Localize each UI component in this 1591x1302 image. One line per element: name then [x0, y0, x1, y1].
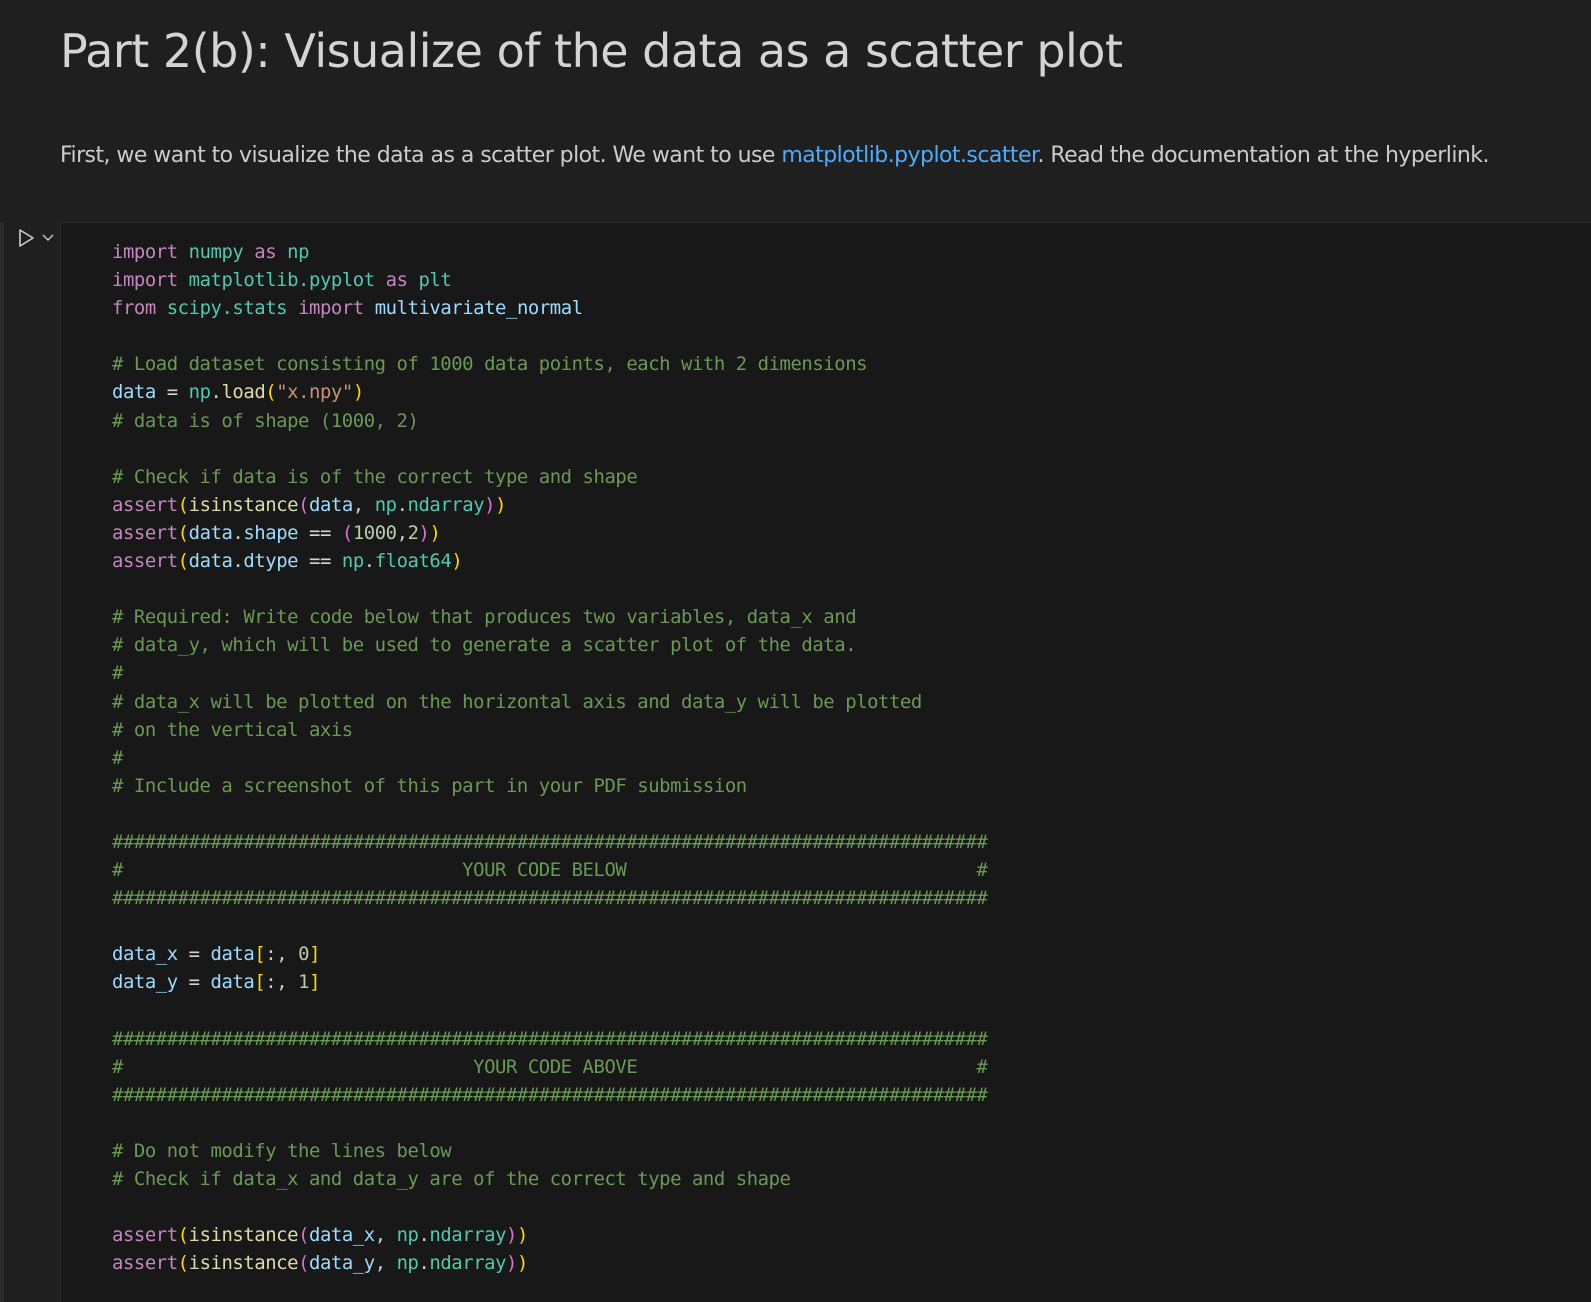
variable: data	[210, 943, 255, 966]
chevron-down-icon[interactable]	[40, 228, 56, 246]
keyword: import	[298, 297, 364, 320]
keyword: from	[112, 297, 156, 320]
code-line-10: assert(isinstance(data, np.ndarray))	[112, 493, 507, 516]
keyword: assert	[112, 521, 178, 544]
module-alias: np	[188, 381, 211, 404]
comment-line: # Check if data_x and data_y are of the …	[112, 1168, 791, 1191]
intro-text: First, we want to visualize the data as …	[60, 143, 782, 168]
attribute: dtype	[243, 550, 299, 573]
run-cell-icon[interactable]	[14, 226, 38, 250]
keyword: assert	[112, 1224, 178, 1247]
module-alias: np	[341, 550, 364, 573]
module-alias: np	[287, 241, 310, 263]
keyword: as	[385, 269, 408, 292]
code-line-27: data_y = data[:, 1]	[112, 971, 321, 994]
keyword: assert	[112, 1252, 178, 1275]
variable: data	[210, 971, 255, 994]
keyword: assert	[112, 493, 178, 516]
operator: ==	[309, 550, 331, 573]
function-name: isinstance	[188, 493, 299, 516]
comment-line: # data_x will be plotted on the horizont…	[112, 690, 922, 713]
keyword: as	[254, 241, 277, 263]
variable: data_y	[112, 971, 178, 994]
code-line-26: data_x = data[:, 0]	[112, 943, 321, 966]
imported-name: multivariate_normal	[374, 297, 583, 320]
function-name: isinstance	[188, 1224, 299, 1247]
code-line-36: assert(isinstance(data_x, np.ndarray))	[112, 1224, 528, 1247]
code-line-11: assert(data.shape == (1000,2))	[112, 521, 441, 544]
module-name: numpy	[188, 241, 244, 263]
module-name: scipy.stats	[166, 297, 288, 320]
function-name: isinstance	[188, 1252, 299, 1275]
number-literal: 2	[407, 521, 419, 544]
variable: data	[188, 550, 233, 573]
number-literal: 1000	[352, 521, 397, 544]
keyword: assert	[112, 550, 178, 573]
string-literal: "x.npy"	[276, 381, 353, 404]
module-name: matplotlib.pyplot	[188, 269, 375, 292]
doc-link[interactable]: matplotlib.pyplot.scatter	[781, 143, 1038, 168]
comment-line: # data_y, which will be used to generate…	[112, 634, 857, 657]
number-literal: 1	[298, 971, 310, 994]
intro-paragraph: First, we want to visualize the data as …	[60, 143, 1489, 168]
comment-banner: # YOUR CODE BELOW #	[112, 859, 988, 882]
comment-line: # Do not modify the lines below	[112, 1140, 452, 1162]
comment-line: # on the vertical axis	[112, 718, 353, 741]
comment-line: #	[112, 662, 123, 685]
variable: data_y	[309, 1252, 375, 1275]
code-line-12: assert(data.dtype == np.float64)	[112, 550, 463, 573]
code-line-3: from scipy.stats import multivariate_nor…	[112, 297, 583, 319]
class-name: ndarray	[429, 1224, 507, 1247]
class-name: float64	[374, 550, 452, 573]
variable: data	[309, 493, 353, 516]
module-alias: np	[396, 1224, 419, 1247]
keyword: import	[112, 241, 178, 263]
module-alias: np	[374, 493, 397, 516]
code-line-2: import matplotlib.pyplot as plt	[112, 269, 452, 292]
comment-banner: ########################################…	[112, 830, 988, 853]
variable: data_x	[309, 1224, 375, 1247]
comment-line: # Load dataset consisting of 1000 data p…	[112, 353, 868, 376]
comment-banner: ########################################…	[112, 1027, 988, 1050]
attribute: shape	[243, 521, 299, 544]
comment-line: #	[112, 746, 123, 769]
cell-focus-strip	[0, 222, 4, 1302]
variable: data	[188, 521, 233, 544]
comment-line: # Include a screenshot of this part in y…	[112, 774, 747, 797]
variable: data	[112, 381, 156, 404]
section-title: Part 2(b): Visualize of the data as a sc…	[60, 24, 1123, 78]
comment-line: # Check if data is of the correct type a…	[112, 465, 638, 488]
class-name: ndarray	[429, 1252, 507, 1275]
comment-line: # Required: Write code below that produc…	[112, 606, 857, 629]
keyword: import	[112, 269, 178, 292]
markdown-cell: Part 2(b): Visualize of the data as a sc…	[0, 0, 1591, 222]
cell-run-toolbar	[10, 226, 60, 256]
code-editor[interactable]: import numpy as np import matplotlib.pyp…	[112, 238, 988, 1277]
variable: data_x	[112, 943, 178, 966]
comment-line: # data is of shape (1000, 2)	[112, 409, 419, 432]
comment-banner: # YOUR CODE ABOVE #	[112, 1055, 988, 1078]
comment-banner: ########################################…	[112, 1083, 988, 1106]
module-alias: np	[396, 1252, 419, 1275]
code-line-37: assert(isinstance(data_y, np.ndarray))	[112, 1252, 528, 1275]
code-line-6: data = np.load("x.npy")	[112, 381, 364, 404]
function-name: load	[221, 381, 266, 404]
class-name: ndarray	[407, 493, 485, 516]
module-alias: plt	[418, 269, 452, 292]
code-line-1: import numpy as np	[112, 241, 309, 263]
intro-text-end: . Read the documentation at the hyperlin…	[1037, 143, 1489, 168]
comment-banner: ########################################…	[112, 887, 988, 910]
number-literal: 0	[298, 943, 310, 966]
code-cell[interactable]: import numpy as np import matplotlib.pyp…	[60, 222, 1591, 1302]
operator: ==	[309, 521, 331, 544]
